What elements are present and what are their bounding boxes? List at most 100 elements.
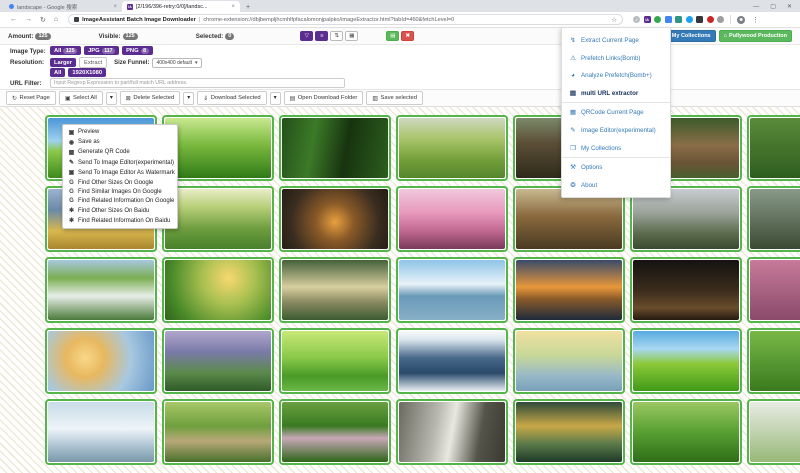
context-menu-item[interactable]: ◉Save as: [63, 137, 177, 147]
thumbnail-framed-mountain-peak[interactable]: [396, 328, 508, 394]
thumbnail-green-terraces[interactable]: [162, 399, 274, 465]
context-menu-item[interactable]: GFind Similar Images On Google: [63, 187, 177, 196]
url-filter-input[interactable]: [50, 78, 345, 88]
forward-icon[interactable]: →: [25, 16, 32, 23]
app-menu-item[interactable]: ▦QRCode Current Page: [562, 102, 670, 121]
thumbnail-rolling-hills[interactable]: [162, 186, 274, 252]
thumbnail-sunburst-sky[interactable]: [45, 328, 157, 394]
delete-selected-button[interactable]: ⊠ Delete Selected: [120, 91, 180, 105]
thumbnail-pink-sunset-mountain[interactable]: [396, 186, 508, 252]
delete-dropdown-button[interactable]: ▾: [183, 92, 194, 105]
resolution-1920-button[interactable]: 1920X1080: [68, 68, 106, 77]
thumbnail-light-sliver[interactable]: [747, 399, 800, 465]
new-tab-button[interactable]: +: [246, 4, 250, 12]
list-view-button[interactable]: ≡: [315, 31, 328, 41]
app-menu-item[interactable]: ⚠Prefetch Links(Bomb): [562, 49, 670, 67]
context-menu-item[interactable]: ▣Preview: [63, 127, 177, 137]
app-menu-item[interactable]: ◕Analyze Prefetch(Bomb+): [562, 67, 670, 84]
app-menu-item[interactable]: ❒My Collections: [562, 139, 670, 157]
download-dropdown-button[interactable]: ▾: [270, 92, 281, 105]
app-menu-item[interactable]: ↯Extract Current Page: [562, 31, 670, 49]
sort-button[interactable]: ⇅: [330, 31, 343, 41]
app-menu-item[interactable]: ⚒Options: [562, 157, 670, 176]
thumbnail-cliff-waterfall[interactable]: [396, 399, 508, 465]
select-all-button[interactable]: ▣ Select All: [59, 91, 103, 105]
clear-button[interactable]: ✖: [401, 31, 414, 41]
open-download-folder-button[interactable]: ▤ Open Download Folder: [284, 91, 364, 105]
imageassistant-extension-icon[interactable]: IA: [644, 16, 651, 23]
confirm-button[interactable]: ▤: [386, 31, 399, 41]
thumbnail-spring-forest-pond[interactable]: [279, 328, 391, 394]
download-selected-button[interactable]: ⇓ Download Selected: [197, 91, 266, 105]
profile-icon[interactable]: ☻: [737, 16, 745, 24]
thumbnail-twilight-peaks[interactable]: [162, 328, 274, 394]
type-png-button[interactable]: PNG 8: [122, 46, 152, 55]
dark-extension-icon[interactable]: [696, 16, 703, 23]
reset-page-button[interactable]: ↻ Reset Page: [6, 91, 56, 105]
action-toolbar: ↻ Reset Page ▣ Select All ▾ ⊠ Delete Sel…: [0, 89, 800, 107]
thumbnail-river-rapids-green[interactable]: [45, 257, 157, 323]
tab-close-icon[interactable]: ×: [231, 4, 235, 10]
thumbnail-lone-tree-field[interactable]: [162, 115, 274, 181]
size-funnel-value: 400x400 default: [156, 60, 192, 66]
thumbnail-night-pergola-garden[interactable]: [630, 257, 742, 323]
thumbnail-green-sliver[interactable]: [747, 328, 800, 394]
type-jpg-button[interactable]: JPG 117: [84, 46, 119, 55]
extract-button[interactable]: Extract: [79, 57, 107, 68]
save-selected-button[interactable]: ▥ Save selected: [366, 91, 423, 105]
tab-image-extractor[interactable]: IA [2/196/396-retry:0/0]/landsc... ×: [122, 1, 240, 12]
larger-button[interactable]: Larger: [50, 58, 76, 67]
context-menu-item[interactable]: ✎Send To Image Editor(experimental): [63, 158, 177, 168]
context-menu-item[interactable]: ▦Generate QR Code: [63, 147, 177, 157]
context-menu-item[interactable]: GFind Related Information On Google: [63, 196, 177, 205]
type-all-button[interactable]: All 125: [50, 46, 81, 55]
thumbnail-hedge-sliver[interactable]: [747, 115, 800, 181]
app-menu-item[interactable]: ❂About: [562, 176, 670, 194]
photo-extension-icon[interactable]: [675, 16, 682, 23]
grid-view-button[interactable]: ▦: [345, 31, 358, 41]
thumbnail-snowy-slope[interactable]: [45, 399, 157, 465]
thumbnail-pink-flowers-sliver[interactable]: [747, 257, 800, 323]
green-dot-extension-icon[interactable]: [654, 16, 661, 23]
thumbnail-forest-aerial[interactable]: [279, 115, 391, 181]
thumbnail-dramatic-dusk-lake[interactable]: [513, 257, 625, 323]
close-icon[interactable]: ✕: [787, 3, 792, 10]
bookmark-star-icon[interactable]: ☆: [611, 16, 617, 24]
thumbnail-green-meadow-clouds[interactable]: [630, 328, 742, 394]
context-menu-item[interactable]: GFind Other Sizes On Google: [63, 178, 177, 187]
tab-google-search[interactable]: landscape - Google 搜索 ×: [4, 1, 122, 12]
maximize-icon[interactable]: ▢: [770, 3, 776, 10]
minimize-icon[interactable]: —: [753, 4, 759, 10]
reload-icon[interactable]: ↻: [40, 16, 46, 24]
context-menu-item[interactable]: ✱Find Other Sizes On Baidu: [63, 206, 177, 216]
thumbnail-valley-farmland[interactable]: [396, 115, 508, 181]
context-menu-item[interactable]: ▣Send To Image Editor As Watermark: [63, 168, 177, 178]
thumbnail-stone-steps-forest[interactable]: [279, 257, 391, 323]
thumbnail-sunlit-garden-path[interactable]: [162, 257, 274, 323]
thumbnail-pastel-dawn-bands[interactable]: [513, 328, 625, 394]
twitter-extension-icon[interactable]: [686, 16, 693, 23]
chrome-menu-icon[interactable]: ⋮: [752, 16, 759, 24]
filter-button[interactable]: ▽: [300, 31, 313, 41]
thumbnail-hedge-garden-path[interactable]: [279, 399, 391, 465]
app-menu-item[interactable]: ✎Image Editor(experimental): [562, 121, 670, 139]
resolution-all-button[interactable]: All: [50, 68, 65, 77]
check-extension-icon[interactable]: ✓: [633, 16, 640, 23]
thumbnail-alpine-lake-gold[interactable]: [513, 399, 625, 465]
thumbnail-mountain-lake-reflection[interactable]: [396, 257, 508, 323]
size-funnel-select[interactable]: 400x400 default ▾: [152, 58, 201, 68]
blue-pages-extension-icon[interactable]: [665, 16, 672, 23]
grey-extension-icon[interactable]: [717, 16, 724, 23]
context-menu-item[interactable]: ✱Find Related Information On Baidu: [63, 216, 177, 226]
tab-close-icon[interactable]: ×: [113, 4, 117, 10]
app-menu-item[interactable]: ▤multi URL extractor: [562, 84, 670, 102]
home-icon[interactable]: ⌂: [54, 16, 58, 23]
thumbnail-dark-trees-sliver[interactable]: [747, 186, 800, 252]
back-icon[interactable]: ←: [10, 16, 17, 23]
select-all-dropdown-button[interactable]: ▾: [106, 92, 117, 105]
pullywood-production-button[interactable]: ⌂ Pullywood Production: [719, 30, 792, 42]
adblock-extension-icon[interactable]: [707, 16, 714, 23]
address-bar[interactable]: ImageAssistant Batch Image Downloader | …: [68, 14, 623, 25]
thumbnail-sunset-lake-branches[interactable]: [279, 186, 391, 252]
thumbnail-topiary-garden[interactable]: [630, 399, 742, 465]
